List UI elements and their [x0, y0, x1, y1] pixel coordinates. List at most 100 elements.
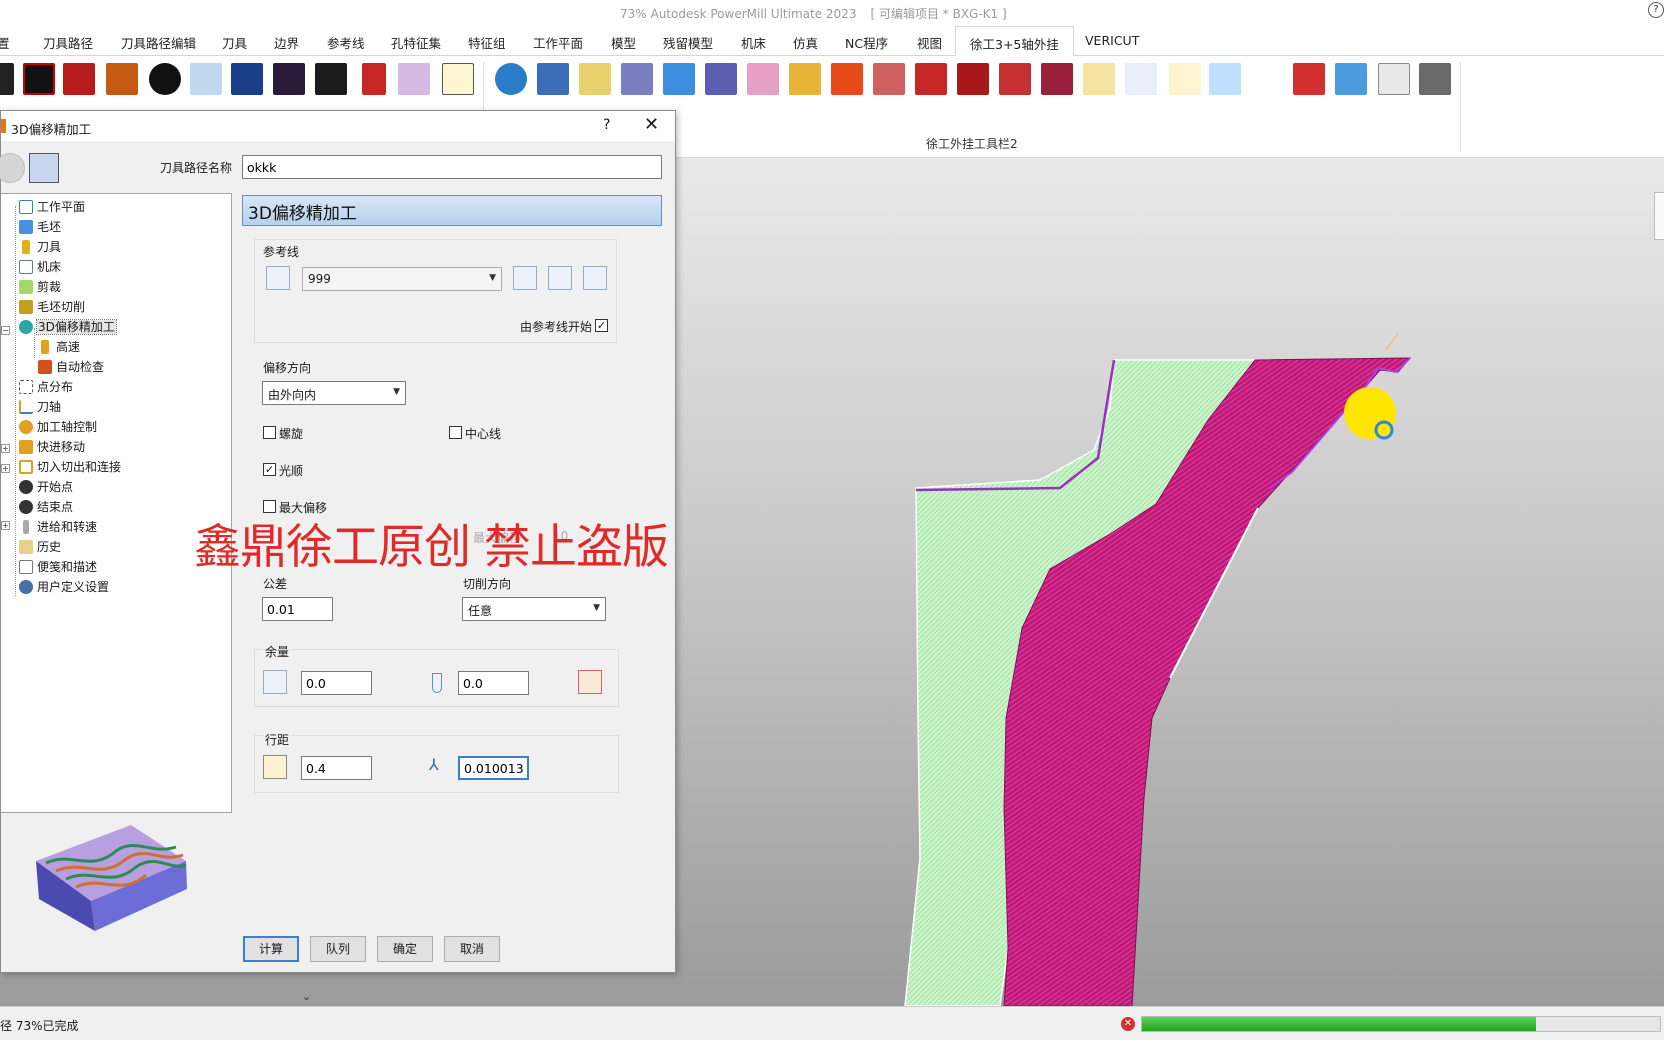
offset-direction-select[interactable]: 由外向内 ▼	[262, 381, 406, 405]
cube-icon[interactable]	[398, 63, 430, 95]
tree-item-tool-axis[interactable]: 刀轴	[19, 398, 61, 416]
swap-arrows-icon[interactable]	[537, 63, 569, 95]
arrow-tool-icon[interactable]	[1083, 63, 1115, 95]
tree-item-block[interactable]: 毛坯	[19, 218, 61, 236]
tab-view[interactable]: 视图	[917, 33, 942, 52]
tree-item-leads-links[interactable]: 切入切出和连接	[19, 458, 121, 476]
tab-machine[interactable]: 机床	[741, 33, 766, 52]
ok-button[interactable]: 确定	[377, 936, 433, 962]
tree-item-point-distribution[interactable]: 点分布	[19, 378, 73, 396]
reference-tool-icon[interactable]	[747, 63, 779, 95]
tree-item-stock-cut[interactable]: 毛坯切削	[19, 298, 85, 316]
blue-face-icon[interactable]	[231, 63, 263, 95]
boundary-tool-icon[interactable]	[705, 63, 737, 95]
tree-item-trim[interactable]: 剪裁	[19, 278, 61, 296]
calculate-button[interactable]: 计算	[243, 936, 299, 962]
cut-tool-icon[interactable]	[621, 63, 653, 95]
tree-item-axis-control[interactable]: 加工轴控制	[19, 418, 97, 436]
collapse-toggle[interactable]: −	[1, 326, 10, 335]
cubes-tool-icon[interactable]	[1335, 63, 1367, 95]
plugin-tool-icon[interactable]	[0, 63, 14, 95]
tab-toolpath-edit[interactable]: 刀具路径编辑	[121, 33, 196, 52]
height-tool-icon[interactable]	[915, 63, 947, 95]
red-pillar-icon[interactable]	[362, 63, 386, 95]
tab-settings[interactable]: 置	[0, 33, 10, 52]
reference-select[interactable]: 999 ▼	[302, 267, 502, 291]
z-icon[interactable]	[23, 63, 55, 95]
tree-item-workplane[interactable]: 工作平面	[19, 198, 85, 216]
tree-item-feeds-speeds[interactable]: 进给和转速	[19, 518, 97, 536]
block-tool-icon[interactable]	[106, 63, 138, 95]
red-cube-icon[interactable]	[999, 63, 1031, 95]
tab-toolpaths[interactable]: 刀具路径	[43, 33, 93, 52]
path-name-input[interactable]	[242, 155, 662, 179]
dialog-help-icon[interactable]: ?	[603, 117, 610, 133]
people-icon[interactable]	[190, 63, 222, 95]
list-tool-icon[interactable]	[1251, 63, 1283, 95]
page-icon[interactable]	[442, 63, 474, 95]
expand-toggle[interactable]: +	[1, 521, 10, 530]
centerline-checkbox[interactable]	[449, 426, 462, 439]
letter-tool-icon[interactable]	[579, 63, 611, 95]
smooth-checkbox[interactable]: ✓	[263, 463, 276, 476]
tab-feature-groups[interactable]: 特征组	[468, 33, 506, 52]
expand-toggle[interactable]: +	[1, 444, 10, 453]
dialog-close-icon[interactable]: ✕	[644, 114, 659, 135]
axial-allowance-input[interactable]	[458, 671, 529, 695]
scroll-down-icon[interactable]: ⌄	[302, 990, 311, 1003]
component-allowance-icon[interactable]	[578, 670, 602, 694]
stepover-tool-icon[interactable]	[263, 755, 287, 779]
spiral-checkbox[interactable]	[263, 426, 276, 439]
tree-item-start-point[interactable]: 开始点	[19, 478, 73, 496]
tab-hole-features[interactable]: 孔特征集	[391, 33, 441, 52]
tree-item-history[interactable]: 历史	[19, 538, 61, 556]
tree-item-rapid-move[interactable]: 快进移动	[19, 438, 85, 456]
tab-model[interactable]: 模型	[611, 33, 636, 52]
cancel-button[interactable]: 取消	[444, 936, 500, 962]
tab-boundary[interactable]: 边界	[274, 33, 299, 52]
tree-item-notes[interactable]: 便笺和描述	[19, 558, 97, 576]
tree-item-3d-offset-finish[interactable]: 3D偏移精加工	[19, 318, 117, 336]
reference-pick-icon[interactable]	[513, 266, 537, 290]
stamp-tool-icon[interactable]	[1209, 63, 1241, 95]
reference-clear-icon[interactable]	[548, 266, 572, 290]
dark-square-icon[interactable]	[273, 63, 305, 95]
tab-workplane[interactable]: 工作平面	[533, 33, 583, 52]
tree-item-auto-check[interactable]: 自动检查	[38, 358, 104, 376]
hierarchy-tool-icon[interactable]	[1293, 63, 1325, 95]
cut-direction-select[interactable]: 任意 ▼	[462, 597, 606, 621]
tree-item-tool[interactable]: 刀具	[19, 238, 61, 256]
tolerance-input[interactable]	[262, 597, 333, 621]
tab-nc-programs[interactable]: NC程序	[845, 33, 888, 52]
name-tool-icon[interactable]	[789, 63, 821, 95]
radial-allowance-icon[interactable]	[263, 670, 287, 694]
red-tool-icon[interactable]	[63, 63, 95, 95]
speed-tool-icon[interactable]	[873, 63, 905, 95]
tree-item-machine[interactable]: 机床	[19, 258, 61, 276]
expand-toggle[interactable]: +	[1, 464, 10, 473]
orange-tool-icon[interactable]	[831, 63, 863, 95]
viewport-side-handle[interactable]	[1654, 192, 1664, 240]
tab-simulation[interactable]: 仿真	[793, 33, 818, 52]
dark-pattern-icon[interactable]	[315, 63, 347, 95]
help-icon[interactable]: ?	[1648, 2, 1664, 18]
tab-tool[interactable]: 刀具	[222, 33, 247, 52]
multi-tool-icon[interactable]	[663, 63, 695, 95]
tab-stock-model[interactable]: 残留模型	[663, 33, 713, 52]
tree-item-user-settings[interactable]: 用户定义设置	[19, 578, 109, 596]
queue-button[interactable]: 队列	[310, 936, 366, 962]
globe-icon[interactable]	[495, 63, 527, 95]
start-from-reference-checkbox[interactable]: ✓	[595, 319, 608, 332]
radial-allowance-input[interactable]	[301, 671, 372, 695]
tree-item-high-speed[interactable]: 高速	[38, 338, 80, 356]
axis-tool-icon[interactable]	[1125, 63, 1157, 95]
document-tool-icon[interactable]	[1378, 63, 1410, 95]
error-icon[interactable]: ✕	[1121, 1017, 1135, 1031]
wrench-tool-icon[interactable]	[1169, 63, 1201, 95]
reference-select-icon[interactable]	[266, 266, 290, 290]
tab-xugong-plugin[interactable]: 徐工3+5轴外挂	[955, 26, 1074, 57]
machine-view-icon[interactable]	[1419, 63, 1451, 95]
tab-pattern[interactable]: 参考线	[327, 33, 365, 52]
stepover-input[interactable]	[301, 756, 372, 780]
cusp-height-input[interactable]	[458, 756, 529, 780]
